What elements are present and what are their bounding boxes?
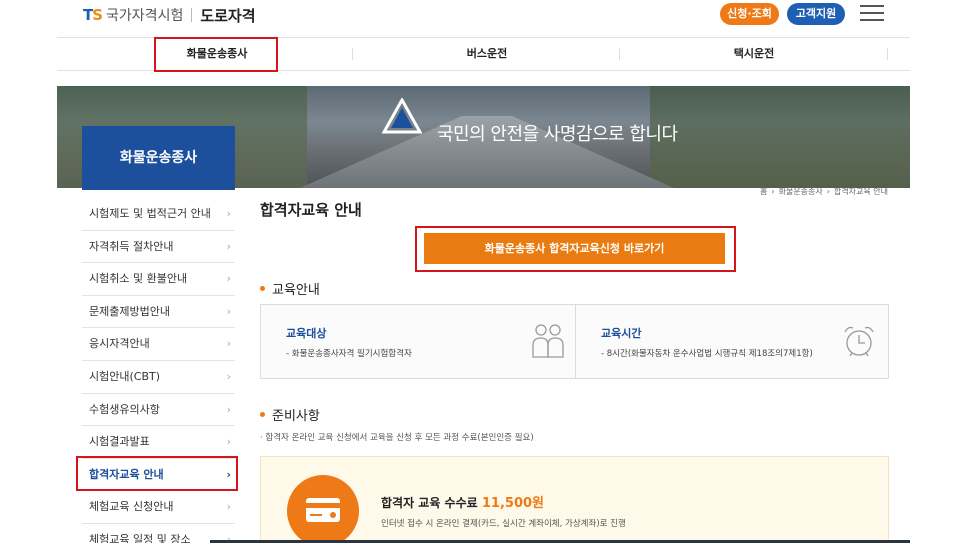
- banner-slogan: 국민의 안전을 사명감으로 합니다: [437, 124, 678, 145]
- alarm-clock-icon: [844, 326, 874, 357]
- info-target: 교육대상 - 화물운송종사자격 필기시험합격자: [261, 305, 575, 378]
- sidebar-item-label: 체험교육 신청안내: [89, 500, 174, 514]
- chevron-right-icon: ›: [226, 239, 231, 253]
- nav-divider: [352, 48, 353, 60]
- triangle-logo-icon: [382, 98, 422, 134]
- fee-box: 합격자 교육 수수료 11,500원 인터넷 접수 시 온라인 결제(카드, 실…: [260, 456, 889, 543]
- fee-description: 인터넷 접수 시 온라인 결제(카드, 실시간 계좌이체, 가상계좌)로 진행: [381, 519, 626, 529]
- fee-title: 합격자 교육 수수료 11,500원: [381, 492, 544, 511]
- banner-trees-right: [650, 86, 910, 188]
- sidebar-item-results[interactable]: 시험결과발표 ›: [82, 426, 235, 459]
- chevron-right-icon: ›: [226, 272, 231, 286]
- breadcrumb-current: 합격자교육 안내: [833, 187, 889, 196]
- sidebar-title: 화물운송종사: [82, 126, 235, 190]
- section-preparation: 준비사항: [260, 405, 320, 424]
- logo-site-name: 도로자격: [200, 6, 256, 25]
- sidebar-item-label: 시험안내(CBT): [89, 369, 161, 383]
- sidebar-menu: 시험제도 및 법적근거 안내 › 자격취득 절차안내 › 시험취소 및 환불안내 › …: [82, 198, 235, 543]
- sidebar-item-label: 수험생유의사항: [89, 402, 160, 416]
- highlight-education-apply: [415, 226, 736, 272]
- info-target-desc: - 화물운송종사자격 필기시험합격자: [286, 349, 412, 359]
- preparation-note: · 합격자 온라인 교육 신청에서 교육을 신청 후 모든 과정 수료(본인인증…: [260, 433, 534, 443]
- chevron-right-icon: ›: [226, 304, 231, 318]
- sidebar-item-cancel-refund[interactable]: 시험취소 및 환불안내 ›: [82, 263, 235, 296]
- logo-t: T: [83, 6, 93, 24]
- breadcrumb-separator: ›: [771, 187, 775, 196]
- chevron-right-icon: ›: [226, 207, 231, 220]
- sidebar-item-label: 체험교육 일정 및 장소: [89, 532, 191, 543]
- section-heading: 준비사항: [272, 409, 320, 424]
- customer-support-button[interactable]: 고객지원: [787, 3, 845, 25]
- apply-inquiry-button[interactable]: 신청·조회: [720, 3, 779, 25]
- sidebar-item-label: 문제출제방법안내: [89, 304, 170, 318]
- chevron-right-icon: ›: [226, 435, 231, 449]
- page-title: 합격자교육 안내: [260, 201, 362, 219]
- highlight-sidebar-passer-education: [76, 456, 238, 491]
- sidebar-item-experience-apply[interactable]: 체험교육 신청안내 ›: [82, 491, 235, 524]
- section-education-info: 교육안내: [260, 279, 320, 298]
- info-time-label: 교육시간: [601, 327, 642, 340]
- header: TS 국가자격시험 도로자격 신청·조회 고객지원: [0, 0, 966, 36]
- hamburger-menu-icon[interactable]: [860, 5, 884, 21]
- sidebar-item-exam-system[interactable]: 시험제도 및 법적근거 안내 ›: [82, 198, 235, 231]
- highlight-nav-freight: [154, 37, 278, 72]
- ts-logo-mark: TS: [83, 6, 103, 24]
- sidebar-item-precautions[interactable]: 수험생유의사항 ›: [82, 394, 235, 427]
- chevron-right-icon: ›: [226, 369, 231, 383]
- chevron-right-icon: ›: [226, 337, 231, 351]
- sidebar-item-label: 시험결과발표: [89, 435, 150, 449]
- sidebar-item-label: 응시자격안내: [89, 337, 150, 351]
- sidebar-item-label: 시험제도 및 법적근거 안내: [89, 207, 211, 220]
- fee-label: 합격자 교육 수수료: [381, 496, 478, 510]
- bullet-dot-icon: [260, 286, 265, 291]
- fee-amount: 11,500원: [481, 496, 545, 511]
- info-time-desc: - 8시간(화물자동차 운수사업법 시행규칙 제18조의7제1항): [601, 349, 813, 359]
- sidebar-item-cbt[interactable]: 시험안내(CBT) ›: [82, 361, 235, 394]
- sidebar-item-acquisition[interactable]: 자격취득 절차안내 ›: [82, 231, 235, 264]
- logo-s: S: [92, 6, 103, 24]
- bullet-dot-icon: [260, 412, 265, 417]
- logo-divider: [191, 8, 193, 22]
- education-info-box: 교육대상 - 화물운송종사자격 필기시험합격자 교육시간 - 8시간(화물자동차…: [260, 304, 889, 379]
- breadcrumb: 홈 › 화물운송종사 › 합격자교육 안내: [760, 186, 892, 197]
- breadcrumb-separator: ›: [826, 187, 830, 196]
- sidebar-item-label: 시험취소 및 환불안내: [89, 272, 188, 286]
- site-logo[interactable]: TS 국가자격시험 도로자격: [83, 4, 256, 26]
- chevron-right-icon: ›: [226, 500, 231, 514]
- nav-bus[interactable]: 버스운전: [427, 38, 547, 70]
- credit-card-icon: [306, 498, 340, 522]
- sidebar-item-question-method[interactable]: 문제출제방법안내 ›: [82, 296, 235, 329]
- sidebar-item-eligibility[interactable]: 응시자격안내 ›: [82, 328, 235, 361]
- section-heading: 교육안내: [272, 283, 320, 298]
- nav-divider: [619, 48, 620, 60]
- logo-org-name: 국가자격시험: [106, 8, 184, 24]
- breadcrumb-category[interactable]: 화물운송종사: [779, 187, 823, 196]
- nav-divider: [887, 48, 888, 60]
- breadcrumb-home[interactable]: 홈: [760, 187, 767, 196]
- nav-taxi[interactable]: 택시운전: [694, 38, 814, 70]
- info-target-label: 교육대상: [286, 327, 327, 340]
- info-time: 교육시간 - 8시간(화물자동차 운수사업법 시행규칙 제18조의7제1항): [575, 305, 889, 378]
- fee-icon-circle: [287, 475, 359, 543]
- chevron-right-icon: ›: [226, 402, 231, 416]
- sidebar-item-label: 자격취득 절차안내: [89, 239, 174, 253]
- people-icon: [532, 324, 564, 358]
